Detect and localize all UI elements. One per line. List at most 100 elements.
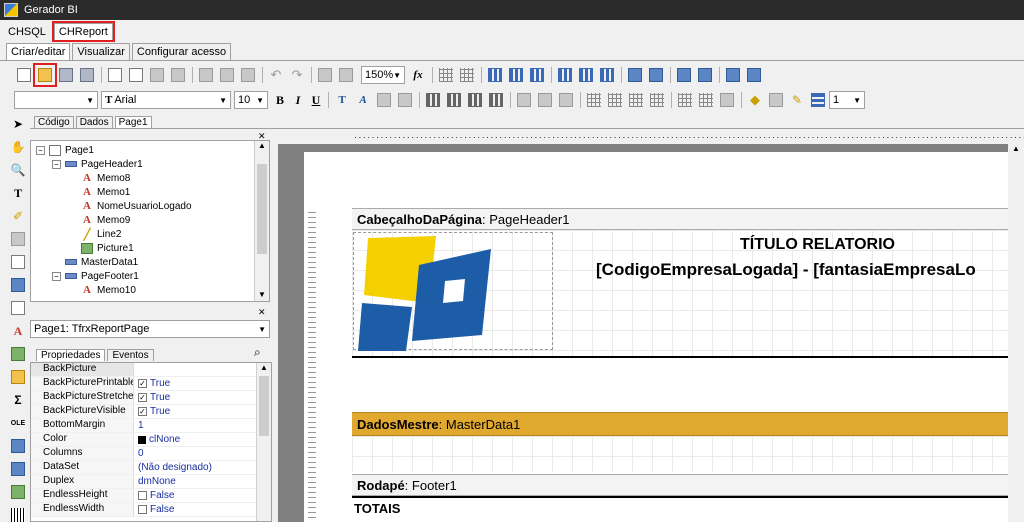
text-justify-button[interactable] [486,90,506,110]
frame-all-button[interactable] [675,90,695,110]
open-report-button[interactable] [33,63,57,87]
cut-button[interactable] [196,65,216,85]
underline-button[interactable]: U [307,93,325,108]
zoom-tool[interactable]: 🔍 [8,160,28,180]
band-header-masterdata[interactable]: DadosMestre: MasterData1 [352,412,1009,436]
checkbox-icon[interactable]: ✓ [138,379,147,388]
property-row[interactable]: BackPictureVisible ✓ True [31,405,271,419]
valign-bottom-button[interactable] [556,90,576,110]
undo-button[interactable]: ↶ [266,65,286,85]
tab-dados[interactable]: Dados [75,116,113,128]
tab-chsql[interactable]: CHSQL [4,23,50,40]
tree-item-memo8[interactable]: A Memo8 [81,171,130,185]
property-value[interactable]: False [134,489,271,502]
subreport-tool[interactable] [8,367,28,387]
richtext-tool[interactable] [8,436,28,456]
frame-top-button[interactable] [584,90,604,110]
select-tool[interactable]: ➤ [8,114,28,134]
frame-right-button[interactable] [647,90,667,110]
text-align-left-button[interactable] [423,90,443,110]
chart-tool[interactable] [8,459,28,479]
hand-tool[interactable]: ✋ [8,137,28,157]
checkbox-icon[interactable] [138,491,147,500]
preview-button[interactable] [77,65,97,85]
design-canvas[interactable]: CabeçalhoDaPágina: PageHeader1 TÍTULO RE… [278,144,1024,522]
text-object-tool[interactable]: A [8,321,28,341]
save-button[interactable] [56,65,76,85]
redo-button[interactable]: ↷ [287,65,307,85]
format-copy-tool[interactable]: ✐ [8,206,28,226]
band-header-footer[interactable]: Rodapé: Footer1 [352,474,1009,496]
object-inspector-combo[interactable]: Page1: TfrxReportPage ▼ [30,320,270,338]
scroll-up-icon[interactable]: ▲ [1008,144,1024,153]
property-value[interactable]: 0 [134,447,271,460]
expression-button[interactable]: fx [408,65,428,85]
text-align-center-button[interactable] [444,90,464,110]
tree-expand-toggle[interactable]: − [52,272,61,281]
zoom-select[interactable]: 150% ▼ [361,66,405,84]
tree-scroll-thumb[interactable] [257,164,267,254]
tab-visualizar[interactable]: Visualizar [72,43,130,60]
bold-button[interactable]: B [271,93,289,108]
frame-left-button[interactable] [626,90,646,110]
tree-item-picture1[interactable]: Picture1 [81,241,134,255]
property-row[interactable]: Color clNone [31,433,271,447]
report-title[interactable]: TÍTULO RELATORIO [740,236,895,254]
new-page-button[interactable] [105,65,125,85]
center-horz-button[interactable] [674,65,694,85]
tab-page1[interactable]: Page1 [114,116,152,128]
masterdata-band-area[interactable] [352,436,1009,472]
tree-item-memo10[interactable]: A Memo10 [81,283,136,297]
property-value[interactable]: ✓ True [134,377,271,390]
header-divider-line[interactable] [352,356,1009,358]
tree-item-page1[interactable]: Page1 [49,143,94,157]
property-value[interactable]: clNone [134,433,271,446]
tree-scrollbar[interactable]: ▲ ▼ [254,141,269,301]
align-left-button[interactable] [485,65,505,85]
property-value[interactable]: ✓ True [134,391,271,404]
shadow-button[interactable] [717,90,737,110]
totals-label[interactable]: TOTAIS [354,501,400,516]
fill-color-button[interactable]: ◆ [745,90,765,110]
ole-tool[interactable]: OLE [8,413,28,433]
checkbox-tool[interactable] [8,252,28,272]
search-icon[interactable]: ⌕ [254,345,261,360]
scroll-down-icon[interactable]: ▼ [255,290,269,299]
delete-page-button[interactable] [147,65,167,85]
line-style-button[interactable] [808,90,828,110]
property-row[interactable]: BottomMargin 1 [31,419,271,433]
tab-criar-editar[interactable]: Criar/editar [6,43,71,60]
checkbox-icon[interactable]: ✓ [138,393,147,402]
frame-style-button[interactable]: ✎ [787,90,807,110]
space-vert-button[interactable] [646,65,666,85]
same-width-button[interactable] [723,65,743,85]
property-value[interactable]: ✓ True [134,405,271,418]
scroll-up-icon[interactable]: ▲ [255,141,269,150]
cross-tool[interactable] [8,482,28,502]
property-row[interactable]: Columns 0 [31,447,271,461]
property-row[interactable]: EndlessWidth False [31,503,271,517]
font-color-button[interactable]: A [353,90,373,110]
new-dialog-button[interactable] [126,65,146,85]
sysmemo-tool[interactable]: Σ [8,390,28,410]
tree-item-masterdata1[interactable]: MasterData1 [65,255,138,269]
new-report-button[interactable] [14,65,34,85]
tab-codigo[interactable]: Código [34,116,74,128]
property-value[interactable]: 1 [134,419,271,432]
paste-button[interactable] [238,65,258,85]
props-scrollbar[interactable]: ▲ [256,363,271,521]
text-tool[interactable]: T [8,183,28,203]
line-width-select[interactable]: 1 ▼ [829,91,865,109]
tree-item-line2[interactable]: ╱ Line2 [81,227,122,241]
property-row[interactable]: BackPicture [31,363,271,377]
inspector-close-icon[interactable]: ✕ [258,307,266,318]
tree-item-memo9[interactable]: A Memo9 [81,213,130,227]
align-center-h-button[interactable] [506,65,526,85]
tab-propriedades[interactable]: Propriedades [36,349,106,361]
tree-expand-toggle[interactable]: − [52,160,61,169]
band-header-pageheader[interactable]: CabeçalhoDaPágina: PageHeader1 [352,208,1009,230]
style-select[interactable]: ▼ [14,91,98,109]
highlight-button[interactable] [374,90,394,110]
property-row[interactable]: Duplex dmNone [31,475,271,489]
tab-configurar-acesso[interactable]: Configurar acesso [131,43,232,60]
